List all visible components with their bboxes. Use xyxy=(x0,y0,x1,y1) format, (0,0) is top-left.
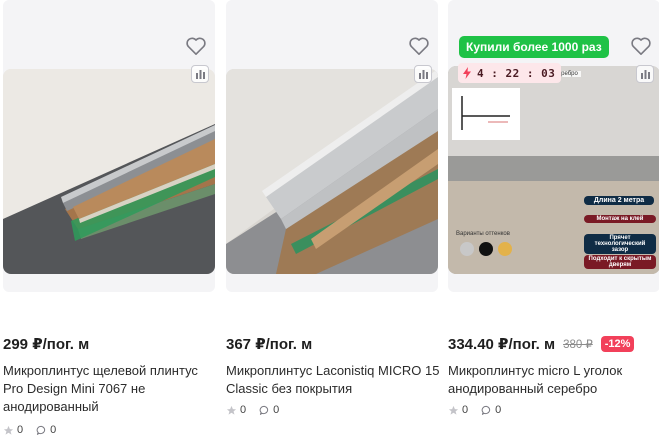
promo-badge: Купили более 1000 раз xyxy=(459,36,609,58)
product-image[interactable] xyxy=(226,69,438,274)
color-swatch-silver xyxy=(460,242,474,256)
color-swatch-black xyxy=(479,242,493,256)
compare-icon[interactable] xyxy=(636,65,654,83)
image-tag-doors: Подходит к скрытым дверям xyxy=(584,255,656,269)
comments-count: 0 xyxy=(50,424,57,436)
heart-icon[interactable] xyxy=(185,36,207,56)
heart-icon[interactable] xyxy=(408,36,430,56)
product-meta: 0 0 xyxy=(226,404,287,416)
price-row: 334.40 ₽/пог. м 380 ₽ -12% xyxy=(448,335,635,353)
price: 299 ₽/пог. м xyxy=(3,336,90,353)
price: 367 ₽/пог. м xyxy=(226,336,313,353)
product-title[interactable]: Микроплинтус Laconistiq MICRO 15 Classic… xyxy=(226,362,442,398)
image-colors-label: Варианты оттенков xyxy=(456,231,510,237)
timer-value: 4 : 22 : 03 xyxy=(477,66,556,80)
price-row: 367 ₽/пог. м xyxy=(226,335,312,353)
product-image[interactable]: анодированный серебро Длина 2 метра Монт… xyxy=(448,66,659,274)
product-image[interactable] xyxy=(3,69,215,274)
rating-count: 0 xyxy=(17,424,24,436)
product-title[interactable]: Микроплинтус щелевой плинтус Pro Design … xyxy=(3,362,219,416)
rating-count: 0 xyxy=(462,404,469,416)
comment-icon xyxy=(36,425,46,435)
comment-icon xyxy=(481,405,491,415)
compare-icon[interactable] xyxy=(191,65,209,83)
product-meta: 0 0 xyxy=(3,424,64,436)
price: 334.40 ₽/пог. м xyxy=(448,336,556,353)
comments-count: 0 xyxy=(273,404,280,416)
price-row: 299 ₽/пог. м xyxy=(3,335,89,353)
compare-icon[interactable] xyxy=(414,65,432,83)
heart-icon[interactable] xyxy=(630,36,652,56)
product-card-3[interactable]: Купили более 1000 раз 4 : 22 : 03 анодир… xyxy=(448,0,659,416)
color-swatch-gold xyxy=(498,242,512,256)
product-card-1[interactable]: 299 ₽/пог. м Микроплинтус щелевой плинту… xyxy=(3,0,218,436)
old-price: 380 ₽ xyxy=(563,339,593,351)
rating-count: 0 xyxy=(240,404,247,416)
image-tag-gap: Прячет технологический зазор xyxy=(584,234,656,254)
product-media[interactable]: Купили более 1000 раз 4 : 22 : 03 анодир… xyxy=(448,0,659,292)
product-meta: 0 0 xyxy=(448,404,509,416)
star-icon xyxy=(226,405,237,415)
image-tag-mount: Монтаж на клей xyxy=(584,215,656,223)
star-icon xyxy=(448,405,459,415)
comment-icon xyxy=(259,405,269,415)
product-card-2[interactable]: 367 ₽/пог. м Микроплинтус Laconistiq MIC… xyxy=(226,0,441,416)
image-tag-length: Длина 2 метра xyxy=(584,196,654,205)
product-title[interactable]: Микроплинтус micro L уголок анодированны… xyxy=(448,362,659,398)
comments-count: 0 xyxy=(495,404,502,416)
countdown-timer: 4 : 22 : 03 xyxy=(458,63,562,83)
lightning-icon xyxy=(463,67,471,79)
product-media[interactable] xyxy=(3,0,215,292)
discount-badge: -12% xyxy=(600,336,635,352)
star-icon xyxy=(3,425,14,435)
product-media[interactable] xyxy=(226,0,438,292)
